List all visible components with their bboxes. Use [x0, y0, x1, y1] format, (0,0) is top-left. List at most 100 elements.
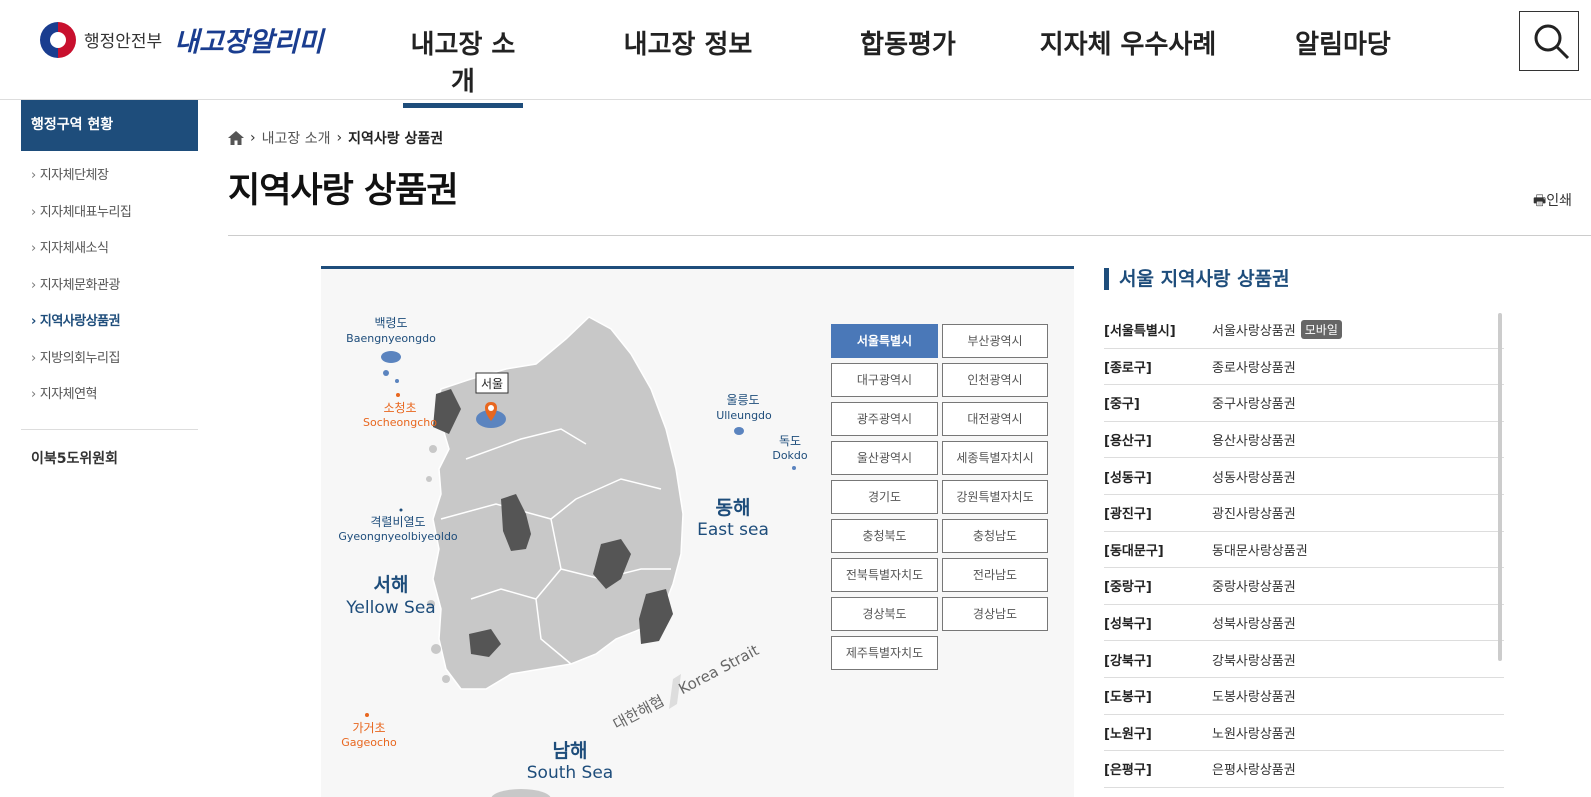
table-row[interactable]: [성동구] 성동사랑상품권 — [1104, 458, 1504, 495]
district-name: [광진구] — [1104, 507, 1152, 523]
site-logo[interactable]: 행정안전부 내고장알리미 — [40, 20, 323, 59]
search-icon — [1534, 24, 1570, 60]
gnb-item-intro[interactable]: 내고장 소개 — [403, 24, 523, 108]
sidebar-item-heads[interactable]: 지자체단체장 — [21, 165, 198, 202]
baengnyeongdo-island[interactable] — [381, 351, 401, 363]
table-row[interactable]: [용산구] 용산사랑상품권 — [1104, 422, 1504, 459]
region-button-jeonnam[interactable]: 전라남도 — [942, 558, 1048, 592]
printer-icon: 🖶 — [1533, 193, 1547, 209]
ulleungdo-label-ko: 울릉도 — [726, 393, 759, 407]
sidebar-item-news[interactable]: 지자체새소식 — [21, 238, 198, 275]
region-button-gangwon[interactable]: 강원특별자치도 — [942, 480, 1048, 514]
gageocho-label-ko: 가거초 — [352, 721, 385, 735]
table-row[interactable]: [노원구] 노원사랑상품권 — [1104, 715, 1504, 752]
region-button-seoul[interactable]: 서울특별시 — [831, 324, 938, 358]
jeju-island[interactable] — [491, 789, 551, 797]
region-button-incheon[interactable]: 인천광역시 — [942, 363, 1048, 397]
sidebar-item-culture-tourism[interactable]: 지자체문화관광 — [21, 275, 198, 312]
ulleungdo-label-en: Ulleungdo — [716, 409, 772, 422]
seoul-label: 서울 — [481, 377, 503, 391]
table-row[interactable]: [동대문구] 동대문사랑상품권 — [1104, 532, 1504, 569]
region-button-gyeongbuk[interactable]: 경상북도 — [831, 597, 938, 631]
table-row[interactable]: [종로구] 종로사랑상품권 — [1104, 349, 1504, 386]
voucher-list-panel: 서울 지역사랑 상품권 [서울특별시] 서울사랑상품권 모바일 [종로구] 종로사랑상품… — [1104, 266, 1504, 788]
table-row[interactable]: [중랑구] 중랑사랑상품권 — [1104, 568, 1504, 605]
voucher-name[interactable]: 중랑사랑상품권 — [1212, 576, 1296, 595]
gyeongnyeolbiyeoldo-label-en: Gyeongnyeolbiyeoldo — [338, 530, 458, 543]
table-row[interactable]: [은평구] 은평사랑상품권 — [1104, 751, 1504, 788]
gnb-item-info[interactable]: 내고장 정보 — [618, 24, 758, 108]
search-button[interactable] — [1519, 11, 1579, 71]
region-button-daejeon[interactable]: 대전광역시 — [942, 402, 1048, 436]
region-button-jeju[interactable]: 제주특별자치도 — [831, 636, 938, 670]
east-sea-label-en: East sea — [697, 520, 769, 540]
dokdo-label-ko: 독도 — [779, 434, 801, 448]
voucher-name[interactable]: 중구사랑상품권 — [1212, 393, 1296, 412]
district-name: [용산구] — [1104, 434, 1152, 450]
breadcrumb-separator: › — [250, 130, 256, 146]
sidebar-item-websites[interactable]: 지자체대표누리집 — [21, 202, 198, 239]
region-button-sejong[interactable]: 세종특별자치시 — [942, 441, 1048, 475]
home-icon[interactable] — [228, 131, 244, 145]
dokdo-island[interactable] — [792, 466, 796, 470]
table-row[interactable]: [광진구] 광진사랑상품권 — [1104, 495, 1504, 532]
region-button-ulsan[interactable]: 울산광역시 — [831, 441, 938, 475]
district-name: [은평구] — [1104, 763, 1152, 779]
region-button-jeonbuk[interactable]: 전북특별자치도 — [831, 558, 938, 592]
government-emblem-icon — [40, 21, 76, 58]
voucher-name[interactable]: 성동사랑상품권 — [1212, 467, 1296, 486]
table-row[interactable]: [중구] 중구사랑상품권 — [1104, 385, 1504, 422]
breadcrumb-current: 지역사랑 상품권 — [348, 131, 444, 147]
region-button-busan[interactable]: 부산광역시 — [942, 324, 1048, 358]
baengnyeongdo-label-ko: 백령도 — [374, 316, 407, 330]
site-header: 행정안전부 내고장알리미 내고장 소개 내고장 정보 합동평가 지자체 우수사례… — [0, 0, 1591, 108]
sidebar-item-history[interactable]: 지자체연혁 — [21, 384, 198, 421]
ulleungdo-island[interactable] — [734, 427, 744, 435]
voucher-name[interactable]: 노원사랑상품권 — [1212, 723, 1296, 742]
breadcrumb-item-intro[interactable]: 내고장 소개 — [262, 128, 331, 148]
region-button-chungnam[interactable]: 충청남도 — [942, 519, 1048, 553]
gnb-item-evaluation[interactable]: 합동평가 — [848, 24, 968, 108]
region-button-chungbuk[interactable]: 충청북도 — [831, 519, 938, 553]
east-sea-label-ko: 동해 — [716, 497, 751, 519]
socheongcho-label-ko: 소청초 — [383, 401, 416, 415]
breadcrumb-separator: › — [336, 130, 343, 146]
voucher-list-heading: 서울 지역사랑 상품권 — [1104, 268, 1504, 290]
sidebar: 행정구역 현황 지자체단체장 지자체대표누리집 지자체새소식 지자체문화관광 지… — [21, 100, 198, 468]
breadcrumb: › 내고장 소개 › 지역사랑 상품권 — [228, 128, 443, 148]
print-button[interactable]: 🖶인쇄 — [1533, 190, 1572, 214]
sidebar-item-council-websites[interactable]: 지방의회누리집 — [21, 348, 198, 385]
voucher-name[interactable]: 동대문사랑상품권 — [1212, 540, 1308, 559]
voucher-name[interactable]: 광진사랑상품권 — [1212, 503, 1296, 522]
baengnyeongdo-label-en: Baengnyeongdo — [346, 332, 436, 345]
district-name: [강북구] — [1104, 653, 1152, 669]
region-button-daegu[interactable]: 대구광역시 — [831, 363, 938, 397]
voucher-name[interactable]: 강북사랑상품권 — [1212, 650, 1296, 669]
gageocho-label-en: Gageocho — [341, 736, 397, 749]
south-sea-label-en: South Sea — [527, 763, 613, 783]
gnb-item-notice[interactable]: 알림마당 — [1288, 24, 1398, 108]
voucher-name[interactable]: 용산사랑상품권 — [1212, 430, 1296, 449]
table-row[interactable]: [성북구] 성북사랑상품권 — [1104, 605, 1504, 642]
socheongcho-label-en: Socheongcho — [363, 416, 437, 429]
sidebar-item-north-korea-committee[interactable]: 이북5도위원회 — [21, 430, 198, 468]
gageocho-dot — [365, 713, 369, 717]
region-button-gyeongnam[interactable]: 경상남도 — [942, 597, 1048, 631]
voucher-name[interactable]: 종로사랑상품권 — [1212, 357, 1296, 376]
voucher-name[interactable]: 서울사랑상품권 — [1212, 320, 1296, 339]
district-name: [동대문구] — [1104, 543, 1164, 559]
district-name: [서울특별시] — [1104, 324, 1176, 340]
district-name: [도봉구] — [1104, 690, 1152, 706]
table-row[interactable]: [강북구] 강북사랑상품권 — [1104, 641, 1504, 678]
sidebar-item-local-vouchers[interactable]: 지역사랑상품권 — [21, 311, 198, 348]
region-button-gwangju[interactable]: 광주광역시 — [831, 402, 938, 436]
table-row[interactable]: [도봉구] 도봉사랑상품권 — [1104, 678, 1504, 715]
gnb-item-best-practices[interactable]: 지자체 우수사례 — [1038, 24, 1218, 108]
voucher-name[interactable]: 은평사랑상품권 — [1212, 759, 1296, 778]
voucher-list-scrollbar[interactable] — [1498, 313, 1502, 661]
voucher-name[interactable]: 도봉사랑상품권 — [1212, 686, 1296, 705]
table-row[interactable]: [서울특별시] 서울사랑상품권 모바일 — [1104, 312, 1504, 349]
region-button-gyeonggi[interactable]: 경기도 — [831, 480, 938, 514]
voucher-name[interactable]: 성북사랑상품권 — [1212, 613, 1296, 632]
sidebar-title[interactable]: 행정구역 현황 — [21, 100, 198, 151]
